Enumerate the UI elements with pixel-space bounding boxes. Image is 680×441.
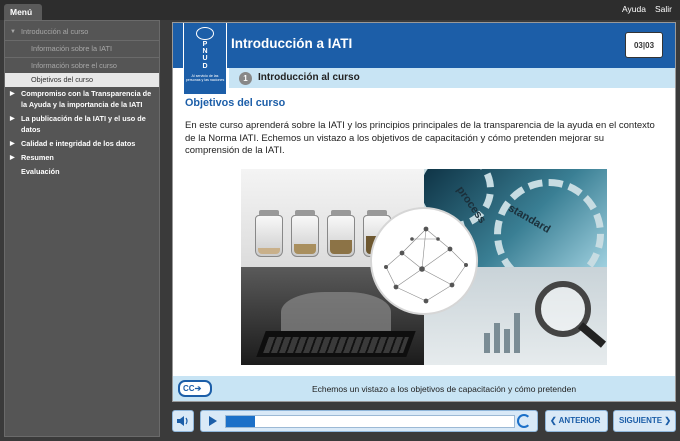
page-total: 03 — [645, 41, 655, 50]
menu-item-iati-info[interactable]: Información sobre la IATI — [5, 42, 159, 56]
body-text: En este curso aprenderá sobre la IATI y … — [185, 120, 655, 156]
slide-header: Introducción a IATI 03|03 — [173, 23, 675, 68]
menu-item-label: Objetivos del curso — [31, 75, 94, 84]
caret-right-icon: ▶ — [10, 141, 15, 147]
previous-button[interactable]: ❮ ANTERIOR — [545, 410, 608, 432]
jar-icon — [255, 210, 283, 257]
menu-item-evaluation[interactable]: Evaluación — [5, 165, 159, 179]
chevron-right-icon: ❯ — [664, 416, 672, 425]
help-link[interactable]: Ayuda — [622, 4, 646, 14]
divider — [5, 57, 159, 58]
section-header: 1 Introducción al curso — [229, 68, 675, 88]
menu-item-label: Compromiso con la Transparencia de la Ay… — [21, 89, 152, 109]
jar-icon — [327, 210, 355, 257]
exit-link[interactable]: Salir — [655, 4, 672, 14]
menu-item-label: Información sobre el curso — [31, 61, 117, 70]
volume-button[interactable] — [172, 410, 194, 432]
undp-logo: P N U D Al servicio de las personas y la… — [183, 23, 227, 95]
cc-label: CC — [183, 384, 195, 393]
section-label: Introducción al curso — [258, 72, 360, 83]
divider — [5, 40, 159, 41]
logo-letters: P N U D — [202, 41, 208, 70]
keyboard-shape — [263, 337, 409, 353]
magnifier-handle — [577, 322, 607, 348]
menu-item-label: Introducción al curso — [21, 27, 89, 36]
menu-item-label: Resumen — [21, 153, 54, 162]
menu-item-quality[interactable]: ▶ Calidad e integridad de los datos — [5, 137, 159, 151]
jar-icon — [291, 210, 319, 257]
closed-captions-button[interactable]: CC➔ — [178, 380, 212, 397]
seek-bar[interactable] — [225, 415, 515, 428]
menu-item-commitment[interactable]: ▶ Compromiso con la Transparencia de la … — [5, 87, 159, 112]
menu-item-label: La publicación de la IATI y el uso de da… — [21, 114, 146, 134]
media-player — [200, 410, 538, 432]
caret-right-icon: ▶ — [10, 116, 15, 122]
caret-right-icon: ▶ — [10, 91, 15, 97]
menu-item-label: Información sobre la IATI — [31, 44, 112, 53]
menu-item-objectives[interactable]: Objetivos del curso — [5, 73, 159, 87]
un-emblem-icon — [196, 27, 214, 40]
course-title: Introducción a IATI — [231, 36, 353, 51]
play-icon[interactable] — [209, 416, 217, 426]
menu-tab[interactable]: Menú — [4, 4, 42, 21]
seek-progress — [226, 416, 255, 427]
replay-icon[interactable] — [517, 414, 531, 428]
slide-panel: Introducción a IATI 03|03 P N U D Al ser… — [172, 22, 676, 402]
menu-item-label: Calidad e integridad de los datos — [21, 139, 136, 148]
illustration-collage: process standard — [241, 169, 607, 365]
network-icon — [370, 207, 478, 315]
page-counter: 03|03 — [625, 32, 663, 58]
menu-item-course-info[interactable]: Información sobre el curso — [5, 59, 159, 73]
caption-bar: Echemos un vistazo a los objetivos de ca… — [173, 376, 675, 401]
menu-item-publication[interactable]: ▶ La publicación de la IATI y el uso de … — [5, 112, 159, 137]
logo-tagline: Al servicio de las personas y las nacion… — [185, 73, 225, 82]
page-current: 03 — [633, 41, 643, 50]
chevron-left-icon: ❮ — [550, 416, 557, 425]
menu-item-summary[interactable]: ▶ Resumen — [5, 151, 159, 165]
previous-label: ANTERIOR — [558, 416, 601, 425]
next-label: SIGUIENTE — [619, 416, 663, 425]
menu-item-label: Evaluación — [21, 167, 60, 176]
caption-text: Echemos un vistazo a los objetivos de ca… — [311, 384, 577, 394]
speaker-icon — [177, 416, 188, 426]
caret-down-icon: ▼ — [10, 29, 16, 35]
section-number: 1 — [239, 72, 252, 85]
top-bar: Menú Ayuda Salir — [0, 0, 680, 21]
page-title: Objetivos del curso — [185, 97, 286, 109]
arrow-right-icon: ➔ — [194, 384, 202, 393]
caret-right-icon: ▶ — [10, 155, 15, 161]
next-button[interactable]: SIGUIENTE ❯ — [613, 410, 676, 432]
top-links: Ayuda Salir — [613, 4, 672, 14]
course-menu: ▼ Introducción al curso Información sobr… — [4, 20, 160, 437]
menu-item-intro[interactable]: ▼ Introducción al curso — [5, 25, 159, 39]
